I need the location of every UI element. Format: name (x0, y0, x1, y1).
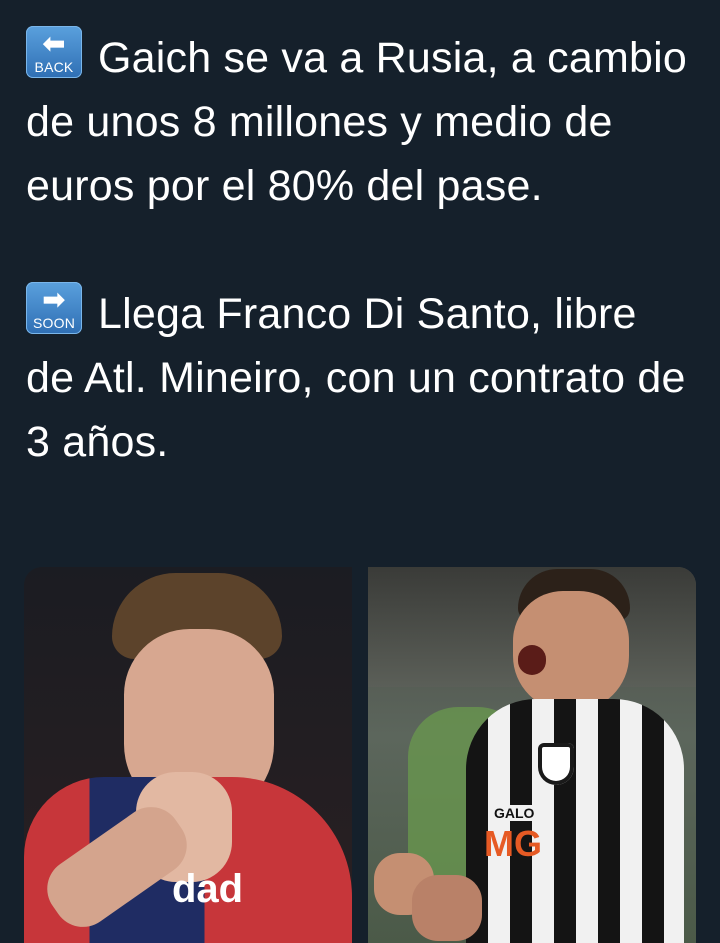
player-mouth (518, 645, 546, 675)
tweet-text: ⬅ BACK Gaich se va a Rusia, a cambio de … (26, 26, 696, 474)
jersey-sleeve-text: GALO (492, 805, 537, 821)
back-label: BACK (34, 59, 74, 75)
back-arrow-glyph: ⬅ (42, 28, 66, 59)
tweet-paragraph-soon: ➡ SOON Llega Franco Di Santo, libre de A… (26, 282, 696, 474)
paragraph-soon-text: Llega Franco Di Santo, libre de Atl. Min… (26, 290, 686, 466)
paragraph-back-text: Gaich se va a Rusia, a cambio de unos 8 … (26, 34, 687, 210)
soon-arrow-icon: ➡ SOON (26, 282, 82, 334)
media-grid: dad GALO MG (24, 567, 696, 943)
club-badge (538, 743, 574, 785)
soon-arrow-glyph: ➡ (42, 284, 66, 315)
jersey-sponsor-text: dad (172, 867, 244, 911)
jersey-sponsor-text: MG (484, 823, 542, 864)
player-jersey (466, 699, 684, 943)
player-fist-right (412, 875, 482, 941)
photo-gaich[interactable]: dad (24, 567, 352, 943)
tweet-paragraph-back: ⬅ BACK Gaich se va a Rusia, a cambio de … (26, 26, 696, 218)
back-arrow-icon: ⬅ BACK (26, 26, 82, 78)
soon-label: SOON (32, 315, 76, 331)
photo-di-santo[interactable]: GALO MG (368, 567, 696, 943)
